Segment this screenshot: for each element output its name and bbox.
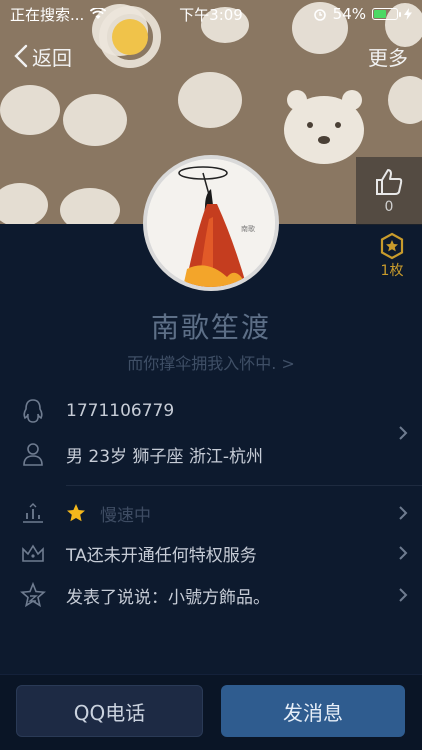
battery-percent: 54%	[332, 5, 366, 23]
profile-nickname: 南歌笙渡	[150, 311, 271, 344]
qq-penguin-icon	[18, 398, 48, 424]
chevron-right-icon	[399, 506, 408, 520]
like-count: 0	[384, 199, 394, 215]
carrier-text: 正在搜索...	[10, 5, 85, 24]
chevron-right-icon	[399, 546, 408, 560]
clock: 下午3:09	[179, 5, 243, 24]
wifi-icon	[90, 8, 107, 19]
privilege-text: TA还未开通任何特权服务	[66, 545, 257, 566]
person-icon	[18, 441, 48, 467]
feed-text: 发表了说说：小號方飾品。	[66, 587, 270, 608]
thumbs-up-icon	[376, 169, 403, 195]
crown-icon	[18, 540, 48, 566]
status-bar: 正在搜索... 下午3:09 54%	[0, 0, 422, 28]
avatar-caption: 南歌	[241, 224, 255, 233]
level-star-icon	[67, 504, 85, 522]
chevron-right-icon	[399, 426, 408, 440]
qq-number-row: 1771106779	[18, 396, 408, 426]
privilege-row[interactable]: TA还未开通任何特权服务	[18, 538, 408, 568]
charging-icon	[404, 8, 412, 20]
profile-signature[interactable]: 而你撑伞拥我入怀中. >	[0, 350, 422, 374]
more-button[interactable]: 更多	[368, 42, 408, 71]
level-row[interactable]: 慢速中	[18, 498, 408, 528]
chevron-right-icon	[399, 588, 408, 602]
qq-call-button[interactable]: QQ电话	[16, 685, 203, 737]
alarm-icon	[313, 9, 326, 21]
profile-details-row[interactable]: 男 23岁 狮子座 浙江-杭州	[18, 426, 408, 469]
medal-button[interactable]: 1枚	[378, 232, 406, 280]
chevron-left-icon	[14, 44, 28, 68]
back-button[interactable]: 返回	[14, 42, 72, 71]
section-divider	[66, 485, 422, 486]
avatar[interactable]: 南歌	[143, 155, 279, 291]
battery-icon	[372, 8, 401, 20]
like-button[interactable]: 0	[356, 157, 422, 225]
send-message-button[interactable]: 发消息	[221, 685, 405, 737]
level-bars-icon	[18, 500, 48, 526]
avatar-illustration: 南歌	[147, 159, 275, 287]
level-status: 慢速中	[100, 505, 151, 526]
profile-details: 男 23岁 狮子座 浙江-杭州	[66, 446, 263, 467]
feed-row[interactable]: 发表了说说：小號方飾品。	[18, 580, 408, 610]
medal-star-icon	[380, 232, 404, 260]
back-label: 返回	[32, 45, 72, 70]
qq-number: 1771106779	[66, 401, 175, 421]
feed-star-icon	[18, 582, 48, 608]
medal-count: 1枚	[380, 263, 404, 279]
navigation-bar: 返回 更多	[0, 36, 422, 76]
